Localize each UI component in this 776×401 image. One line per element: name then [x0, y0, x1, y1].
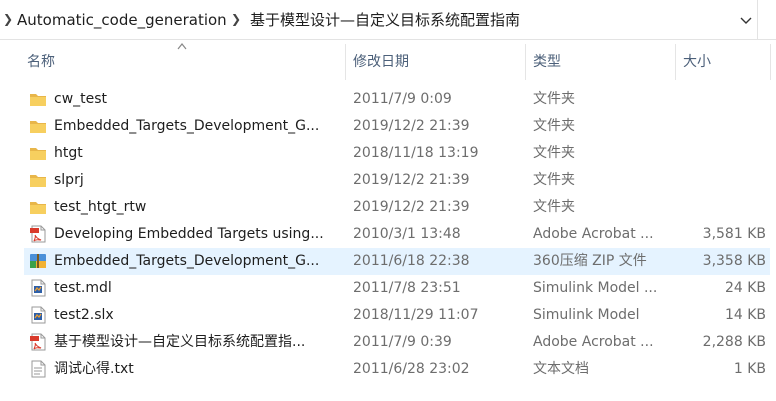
file-type: Simulink Model: [533, 307, 640, 323]
folder-icon: [29, 144, 47, 162]
file-type: 文件夹: [533, 91, 575, 107]
file-list: cw_test 2011/7/9 0:09 文件夹 Embedded_Targets_…: [0, 86, 776, 383]
file-row[interactable]: cw_test 2011/7/9 0:09 文件夹: [0, 86, 776, 113]
pdf-icon: [29, 225, 47, 243]
file-name[interactable]: 调试心得.txt: [54, 360, 342, 379]
column-header-bar: 名称 修改日期 类型 大小: [0, 40, 776, 84]
column-header-name[interactable]: 名称: [27, 52, 55, 72]
folder-icon: [29, 171, 47, 189]
file-type: 文件夹: [533, 172, 575, 188]
simulink-icon: [29, 306, 47, 324]
simulink-icon: [29, 279, 47, 297]
folder-icon: [29, 90, 47, 108]
file-type: 360压缩 ZIP 文件: [533, 253, 647, 269]
file-date-modified: 2011/7/9 0:39: [353, 334, 452, 350]
breadcrumb-folder-parent[interactable]: Automatic_code_generation: [17, 10, 227, 30]
file-type: 文件夹: [533, 199, 575, 215]
file-date-modified: 2011/7/9 0:09: [353, 91, 452, 107]
file-date-modified: 2011/7/8 23:51: [353, 280, 461, 296]
file-name[interactable]: htgt: [54, 144, 342, 163]
address-bar[interactable]: ❯ Automatic_code_generation ❯ 基于模型设计—自定义…: [0, 0, 776, 40]
file-size: 24 KB: [724, 280, 766, 296]
file-name[interactable]: 基于模型设计—自定义目标系统配置指...: [54, 333, 342, 352]
file-type: 文件夹: [533, 145, 575, 161]
file-row[interactable]: slprj 2019/12/2 21:39 文件夹: [0, 167, 776, 194]
file-name[interactable]: test.mdl: [54, 279, 342, 298]
file-explorer-window: ❯ Automatic_code_generation ❯ 基于模型设计—自定义…: [0, 0, 776, 401]
file-date-modified: 2011/6/28 23:02: [353, 361, 470, 377]
file-name[interactable]: Embedded_Targets_Development_G...: [54, 252, 342, 271]
pdf-icon: [29, 333, 47, 351]
file-date-modified: 2018/11/18 13:19: [353, 145, 479, 161]
file-row[interactable]: htgt 2018/11/18 13:19 文件夹: [0, 140, 776, 167]
file-row[interactable]: Embedded_Targets_Development_G... 2019/12…: [0, 113, 776, 140]
file-name[interactable]: Developing Embedded Targets using...: [54, 225, 342, 244]
file-date-modified: 2019/12/2 21:39: [353, 172, 470, 188]
file-date-modified: 2019/12/2 21:39: [353, 118, 470, 134]
chevron-down-icon[interactable]: [738, 12, 754, 28]
file-row[interactable]: 调试心得.txt 2011/6/28 23:02 文本文档 1 KB: [0, 356, 776, 383]
file-type: Simulink Model ...: [533, 280, 658, 296]
file-date-modified: 2018/11/29 11:07: [353, 307, 479, 323]
column-divider[interactable]: [525, 44, 526, 80]
chevron-right-icon[interactable]: ❯: [2, 12, 14, 26]
column-header-type[interactable]: 类型: [533, 52, 561, 72]
text-file-icon: [29, 360, 47, 378]
file-row[interactable]: 基于模型设计—自定义目标系统配置指... 2011/7/9 0:39 Adobe A…: [0, 329, 776, 356]
zip-icon: [29, 252, 47, 270]
file-name[interactable]: slprj: [54, 171, 342, 190]
address-bar-divider: [757, 0, 776, 40]
folder-icon: [29, 198, 47, 216]
column-divider[interactable]: [675, 44, 676, 80]
file-size: 3,581 KB: [702, 226, 766, 242]
file-size: 2,288 KB: [702, 334, 766, 350]
folder-icon: [29, 117, 47, 135]
column-header-date[interactable]: 修改日期: [353, 52, 409, 72]
file-name[interactable]: test2.slx: [54, 306, 342, 325]
file-name[interactable]: cw_test: [54, 90, 342, 109]
column-header-size[interactable]: 大小: [683, 52, 711, 72]
file-size: 1 KB: [733, 361, 766, 377]
file-name[interactable]: Embedded_Targets_Development_G...: [54, 117, 342, 136]
file-type: Adobe Acrobat ...: [533, 334, 654, 350]
file-type: Adobe Acrobat ...: [533, 226, 654, 242]
file-type: 文件夹: [533, 118, 575, 134]
file-date-modified: 2010/3/1 13:48: [353, 226, 461, 242]
file-date-modified: 2011/6/18 22:38: [353, 253, 470, 269]
breadcrumb-folder-current[interactable]: 基于模型设计—自定义目标系统配置指南: [250, 10, 520, 30]
file-row[interactable]: Developing Embedded Targets using... 2010…: [0, 221, 776, 248]
column-divider[interactable]: [770, 44, 771, 80]
column-divider[interactable]: [345, 44, 346, 80]
file-row[interactable]: test2.slx 2018/11/29 11:07 Simulink Model 1…: [0, 302, 776, 329]
chevron-right-icon[interactable]: ❯: [230, 12, 242, 26]
file-row[interactable]: Embedded_Targets_Development_G... 2011/6/…: [0, 248, 776, 275]
file-type: 文本文档: [533, 361, 589, 377]
file-date-modified: 2019/12/2 21:39: [353, 199, 470, 215]
file-row[interactable]: test.mdl 2011/7/8 23:51 Simulink Model ...…: [0, 275, 776, 302]
file-name[interactable]: test_htgt_rtw: [54, 198, 342, 217]
file-size: 14 KB: [724, 307, 766, 323]
file-size: 3,358 KB: [702, 253, 766, 269]
sort-ascending-icon: [177, 43, 187, 50]
file-row[interactable]: test_htgt_rtw 2019/12/2 21:39 文件夹: [0, 194, 776, 221]
